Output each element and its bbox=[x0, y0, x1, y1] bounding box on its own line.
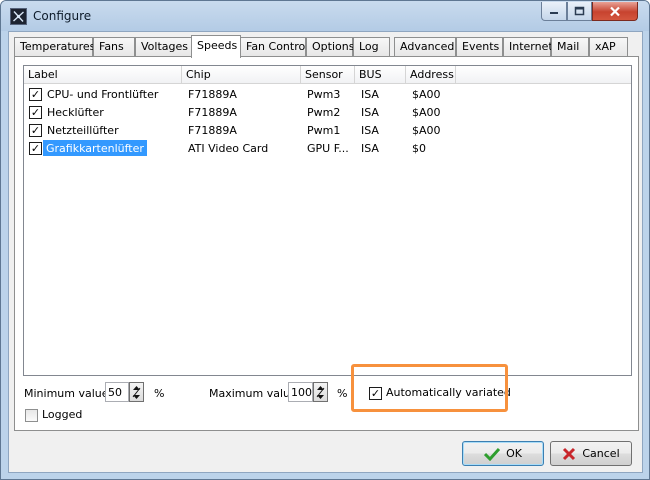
annotation-highlight-box bbox=[351, 364, 508, 412]
window-title: Configure bbox=[33, 9, 92, 23]
speeds-tab-panel: Label Chip Sensor BUS Address ✓ CPU- und… bbox=[14, 56, 639, 431]
column-header-label[interactable]: Label bbox=[24, 66, 182, 84]
cell-address: $A00 bbox=[412, 106, 441, 119]
minimum-value-label: Minimum value bbox=[24, 387, 109, 400]
tab-events[interactable]: Events bbox=[456, 37, 503, 57]
title-bar[interactable]: Configure bbox=[1, 1, 649, 31]
row-checkbox[interactable]: ✓ bbox=[29, 124, 42, 137]
cell-bus: ISA bbox=[361, 142, 379, 155]
checkmark-icon bbox=[484, 447, 501, 461]
tab-xap[interactable]: xAP bbox=[589, 37, 628, 57]
table-row-selected[interactable]: ✓ Grafikkartenlüfter ATI Video Card GPU … bbox=[24, 139, 631, 157]
spin-arrows-icon bbox=[132, 385, 141, 399]
cell-label: Grafikkartenlüfter bbox=[43, 140, 147, 156]
maximum-value-label: Maximum value bbox=[209, 387, 297, 400]
cell-label: CPU- und Frontlüfter bbox=[47, 88, 159, 101]
table-row[interactable]: ✓ Hecklüfter F71889A Pwm2 ISA $A00 bbox=[24, 103, 631, 121]
cell-sensor: Pwm2 bbox=[307, 106, 341, 119]
cell-chip: F71889A bbox=[188, 106, 237, 119]
cell-chip: ATI Video Card bbox=[188, 142, 269, 155]
logged-label[interactable]: Logged bbox=[42, 408, 82, 421]
speed-settings: Minimum value 50 % Maximum value 100 % ✓ bbox=[15, 377, 638, 430]
maximum-value-spin-button[interactable] bbox=[313, 382, 328, 402]
cell-chip: F71889A bbox=[188, 124, 237, 137]
maximum-value-spinner[interactable]: 100 bbox=[288, 382, 328, 402]
dialog-client: Temperatures Fans Voltages Speeds Fan Co… bbox=[8, 31, 643, 473]
cell-sensor: GPU F... bbox=[307, 142, 349, 155]
minimize-button[interactable] bbox=[541, 2, 567, 21]
cell-sensor: Pwm3 bbox=[307, 88, 341, 101]
tab-internet[interactable]: Internet bbox=[503, 37, 553, 57]
tab-mail[interactable]: Mail bbox=[551, 37, 589, 57]
tab-advanced[interactable]: Advanced bbox=[394, 37, 456, 57]
cell-bus: ISA bbox=[361, 106, 379, 119]
tab-temperatures[interactable]: Temperatures bbox=[14, 37, 95, 57]
column-header-sensor[interactable]: Sensor bbox=[301, 66, 355, 84]
tab-voltages[interactable]: Voltages bbox=[135, 37, 192, 57]
app-icon bbox=[10, 8, 27, 25]
tab-fans[interactable]: Fans bbox=[93, 37, 135, 57]
cancel-button-label: Cancel bbox=[582, 447, 620, 460]
column-header-bus[interactable]: BUS bbox=[355, 66, 406, 84]
cell-address: $A00 bbox=[412, 124, 441, 137]
cell-address: $0 bbox=[412, 142, 426, 155]
cell-bus: ISA bbox=[361, 124, 379, 137]
tab-log[interactable]: Log bbox=[353, 37, 390, 57]
maximum-unit: % bbox=[337, 387, 348, 400]
list-header: Label Chip Sensor BUS Address bbox=[24, 66, 631, 84]
cell-sensor: Pwm1 bbox=[307, 124, 341, 137]
spin-arrows-icon bbox=[316, 385, 325, 399]
column-header-address[interactable]: Address bbox=[406, 66, 456, 84]
tab-options[interactable]: Options bbox=[306, 37, 354, 57]
row-checkbox[interactable]: ✓ bbox=[29, 106, 42, 119]
cell-address: $A00 bbox=[412, 88, 441, 101]
logged-checkbox[interactable] bbox=[25, 409, 38, 422]
speed-sensor-list[interactable]: Label Chip Sensor BUS Address ✓ CPU- und… bbox=[23, 65, 632, 376]
cell-label: Netzteillüfter bbox=[47, 124, 119, 137]
maximum-value-input[interactable]: 100 bbox=[288, 382, 313, 402]
minimum-value-spin-button[interactable] bbox=[129, 382, 144, 402]
minimum-unit: % bbox=[154, 387, 165, 400]
cell-label: Hecklüfter bbox=[47, 106, 104, 119]
column-header-chip[interactable]: Chip bbox=[182, 66, 301, 84]
tab-fan-control[interactable]: Fan Control bbox=[240, 37, 308, 57]
tab-speeds[interactable]: Speeds bbox=[191, 35, 241, 58]
minimum-value-spinner[interactable]: 50 bbox=[105, 382, 144, 402]
cross-icon bbox=[563, 447, 576, 460]
table-row[interactable]: ✓ CPU- und Frontlüfter F71889A Pwm3 ISA … bbox=[24, 85, 631, 103]
close-button[interactable] bbox=[592, 2, 638, 21]
tab-strip: Temperatures Fans Voltages Speeds Fan Co… bbox=[14, 35, 634, 58]
row-checkbox[interactable]: ✓ bbox=[29, 142, 42, 155]
cell-chip: F71889A bbox=[188, 88, 237, 101]
cell-bus: ISA bbox=[361, 88, 379, 101]
close-icon bbox=[610, 6, 620, 16]
minimum-value-input[interactable]: 50 bbox=[105, 382, 129, 402]
configure-window: Configure Temperatures Fans Voltages Spe… bbox=[0, 0, 650, 480]
ok-button-label: OK bbox=[506, 447, 522, 460]
ok-button[interactable]: OK bbox=[462, 441, 544, 466]
row-checkbox[interactable]: ✓ bbox=[29, 88, 42, 101]
maximize-button[interactable] bbox=[567, 2, 592, 21]
table-row[interactable]: ✓ Netzteillüfter F71889A Pwm1 ISA $A00 bbox=[24, 121, 631, 139]
cancel-button[interactable]: Cancel bbox=[550, 441, 632, 466]
